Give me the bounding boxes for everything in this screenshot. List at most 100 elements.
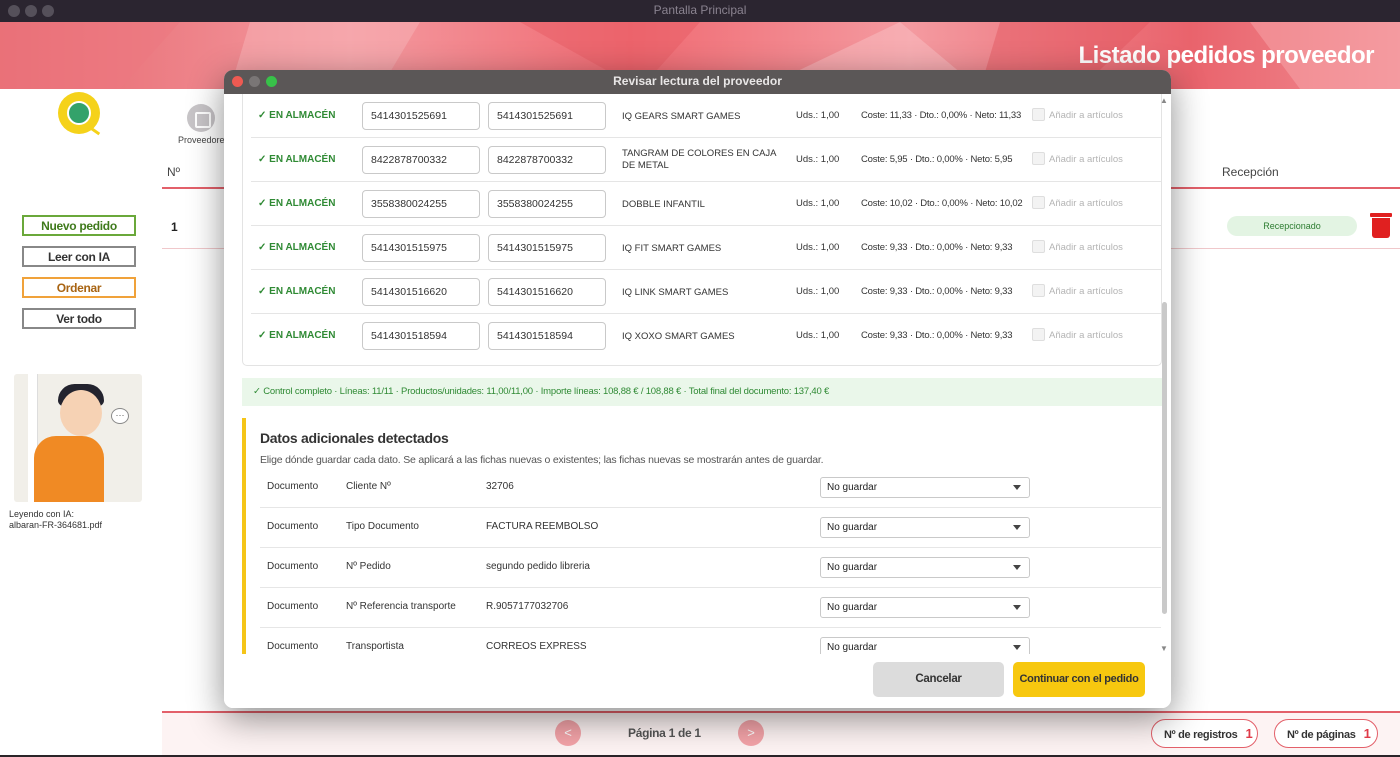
product-description: IQ GEARS SMART GAMES [622, 111, 741, 122]
page-indicator: Página 1 de 1 [628, 726, 701, 740]
save-target-select[interactable]: No guardar [820, 517, 1030, 538]
dialog-scroll-area[interactable]: ✓ EN ALMACÉN 5414301525691 5414301525691… [224, 94, 1171, 654]
reference-field[interactable]: 8422878700332 [488, 146, 606, 174]
barcode-field[interactable]: 5414301516620 [362, 278, 480, 306]
continue-order-button[interactable]: Continuar con el pedido [1013, 662, 1145, 697]
units: Uds.: 1,00 [796, 242, 840, 253]
add-to-articles-checkbox[interactable] [1032, 240, 1045, 253]
scroll-down-icon[interactable]: ▼ [1160, 644, 1168, 653]
next-page-button[interactable]: > [738, 720, 764, 746]
additional-data-section: Datos adicionales detectados Elige dónde… [242, 418, 1162, 654]
list-item: ✓ EN ALMACÉN 5414301515975 5414301515975… [251, 226, 1161, 270]
add-to-articles-label: Añadir a artículos [1049, 242, 1123, 253]
speech-bubble-icon: ··· [111, 408, 129, 424]
data-field: Nº Referencia transporte [346, 601, 456, 612]
list-item: ✓ EN ALMACÉN 8422878700332 8422878700332… [251, 138, 1161, 182]
scroll-up-icon[interactable]: ▲ [1160, 96, 1168, 105]
chevron-down-icon [1013, 605, 1021, 610]
order-row-number: 1 [171, 220, 178, 234]
save-target-value: No guardar [827, 602, 878, 613]
add-to-articles-checkbox[interactable] [1032, 328, 1045, 341]
window-title: Pantalla Principal [653, 3, 747, 17]
data-value: CORREOS EXPRESS [486, 641, 587, 652]
pages-label: Nº de páginas [1287, 729, 1356, 741]
chevron-down-icon [1013, 525, 1021, 530]
add-to-articles-checkbox[interactable] [1032, 108, 1045, 121]
list-item: ✓ EN ALMACÉN 5414301518594 5414301518594… [251, 314, 1161, 358]
dialog-title: Revisar lectura del proveedor [613, 74, 782, 88]
add-to-articles-label: Añadir a artículos [1049, 198, 1123, 209]
view-all-button[interactable]: Ver todo [22, 308, 136, 329]
units: Uds.: 1,00 [796, 330, 840, 341]
chevron-down-icon [1013, 565, 1021, 570]
column-header-no: Nº [167, 165, 181, 179]
data-value: 32706 [486, 481, 514, 492]
data-field: Transportista [346, 641, 404, 652]
trash-icon[interactable] [1370, 213, 1392, 239]
pages-value: 1 [1363, 726, 1371, 741]
data-field: Tipo Documento [346, 521, 419, 532]
sort-button[interactable]: Ordenar [22, 277, 136, 298]
table-row: Documento Nº Pedido segundo pedido libre… [260, 548, 1161, 588]
cost-summary: Coste: 11,33 · Dto.: 0,00% · Neto: 11,33 [861, 110, 1022, 121]
product-description: IQ LINK SMART GAMES [622, 287, 729, 298]
save-target-select[interactable]: No guardar [820, 597, 1030, 618]
cost-summary: Coste: 9,33 · Dto.: 0,00% · Neto: 9,33 [861, 242, 1013, 253]
reference-field[interactable]: 5414301518594 [488, 322, 606, 350]
data-value: FACTURA REEMBOLSO [486, 521, 599, 532]
cost-summary: Coste: 10,02 · Dto.: 0,00% · Neto: 10,02 [861, 198, 1023, 209]
reference-field[interactable]: 5414301515975 [488, 234, 606, 262]
ai-reading-file: albaran-FR-364681.pdf [9, 520, 103, 530]
column-header-recepcion: Recepción [1222, 165, 1279, 179]
proveedores-nav-label[interactable]: Proveedores [178, 135, 229, 145]
control-summary: ✓ Control completo · Líneas: 11/11 · Pro… [242, 378, 1162, 406]
zoom-window-button[interactable] [42, 5, 54, 17]
read-with-ai-button[interactable]: Leer con IA [22, 246, 136, 267]
reference-field[interactable]: 5414301525691 [488, 102, 606, 130]
list-item: ✓ EN ALMACÉN 5414301525691 5414301525691… [251, 94, 1161, 138]
table-row: Documento Transportista CORREOS EXPRESS … [260, 628, 1161, 654]
data-scope: Documento [267, 521, 319, 532]
add-to-articles-checkbox[interactable] [1032, 152, 1045, 165]
dialog-footer: Cancelar Continuar con el pedido [224, 654, 1171, 708]
cost-summary: Coste: 9,33 · Dto.: 0,00% · Neto: 9,33 [861, 330, 1013, 341]
list-item: ✓ EN ALMACÉN 5414301516620 5414301516620… [251, 270, 1161, 314]
reference-field[interactable]: 3558380024255 [488, 190, 606, 218]
additional-data-title: Datos adicionales detectados [260, 430, 449, 446]
barcode-field[interactable]: 5414301515975 [362, 234, 480, 262]
data-scope: Documento [267, 561, 319, 572]
save-target-select[interactable]: No guardar [820, 557, 1030, 578]
additional-data-subtitle: Elige dónde guardar cada dato. Se aplica… [260, 454, 824, 466]
dialog-zoom-button[interactable] [266, 76, 277, 87]
cancel-button[interactable]: Cancelar [873, 662, 1004, 697]
chevron-down-icon [1013, 645, 1021, 650]
dialog-scrollbar[interactable] [1162, 302, 1167, 614]
barcode-field[interactable]: 5414301525691 [362, 102, 480, 130]
reference-field[interactable]: 5414301516620 [488, 278, 606, 306]
new-order-button[interactable]: Nuevo pedido [22, 215, 136, 236]
stock-status: ✓ EN ALMACÉN [258, 330, 336, 341]
page-title: Listado pedidos proveedor [1078, 42, 1374, 69]
barcode-field[interactable]: 3558380024255 [362, 190, 480, 218]
stock-status: ✓ EN ALMACÉN [258, 110, 336, 121]
dialog-minimize-button[interactable] [249, 76, 260, 87]
product-description: TANGRAM DE COLORES EN CAJA DE METAL [622, 148, 776, 171]
save-target-select[interactable]: No guardar [820, 477, 1030, 498]
dialog-close-button[interactable] [232, 76, 243, 87]
app-logo [58, 92, 104, 136]
previous-page-button[interactable]: < [555, 720, 581, 746]
add-to-articles-checkbox[interactable] [1032, 196, 1045, 209]
save-target-value: No guardar [827, 562, 878, 573]
barcode-field[interactable]: 5414301518594 [362, 322, 480, 350]
add-to-articles-checkbox[interactable] [1032, 284, 1045, 297]
add-to-articles-label: Añadir a artículos [1049, 154, 1123, 165]
save-target-select[interactable]: No guardar [820, 637, 1030, 654]
add-to-articles-label: Añadir a artículos [1049, 330, 1123, 341]
barcode-field[interactable]: 8422878700332 [362, 146, 480, 174]
home-icon[interactable] [187, 104, 215, 132]
review-supplier-dialog: Revisar lectura del proveedor ✓ EN ALMAC… [224, 70, 1171, 708]
list-item: ✓ EN ALMACÉN 3558380024255 3558380024255… [251, 182, 1161, 226]
order-lines-list: ✓ EN ALMACÉN 5414301525691 5414301525691… [242, 94, 1162, 366]
minimize-window-button[interactable] [25, 5, 37, 17]
close-window-button[interactable] [8, 5, 20, 17]
